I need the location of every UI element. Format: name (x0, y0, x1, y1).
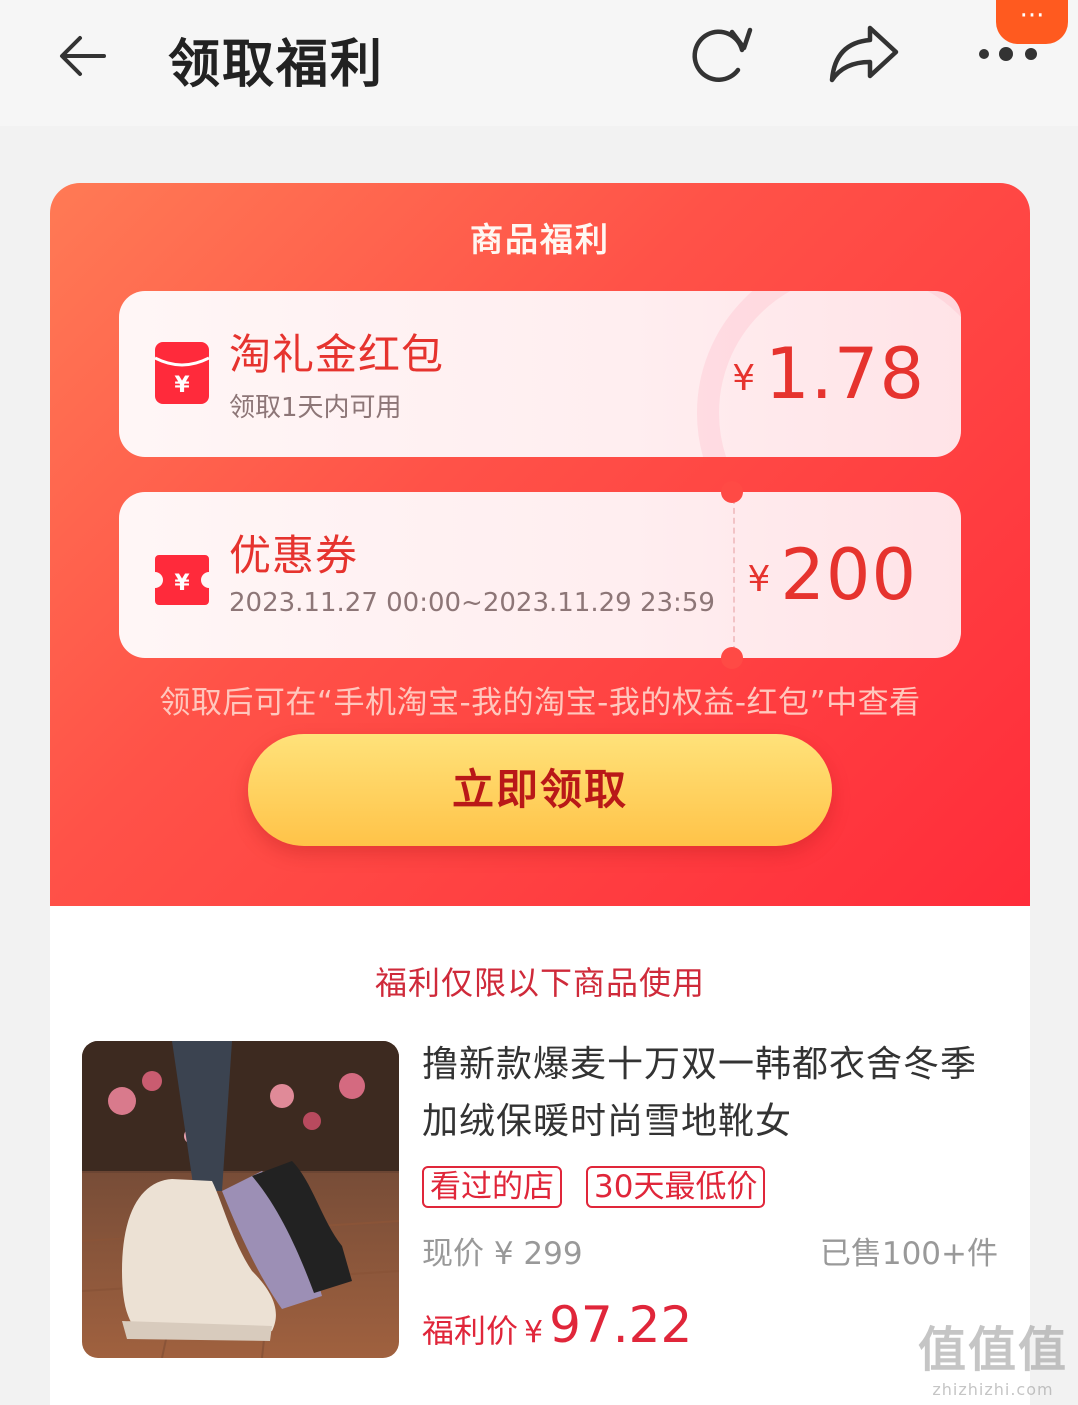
ticket-amount: ¥1.78 (732, 333, 925, 415)
currency-symbol: ¥ (732, 358, 756, 399)
refresh-icon[interactable] (686, 20, 756, 90)
svg-text:¥: ¥ (174, 571, 190, 596)
red-envelope-ticket: ¥ 淘礼金红包 领取1天内可用 ¥1.78 (119, 291, 961, 457)
claim-hint: 领取后可在“手机淘宝-我的淘宝-我的权益-红包”中查看 (159, 685, 921, 721)
share-icon[interactable] (826, 22, 902, 86)
watermark-logo: 值值值 (917, 1322, 1068, 1378)
tag-visited-store: 看过的店 (422, 1166, 562, 1208)
benefit-card-title: 商品福利 (470, 220, 610, 259)
svg-text:¥: ¥ (174, 373, 190, 398)
ticket-name: 优惠券 (229, 531, 359, 580)
product-title[interactable]: 撸新款爆麦十万双一韩都衣舍冬季加绒保暖时尚雪地靴女 (422, 1036, 1002, 1150)
coupon-icon: ¥ (155, 555, 209, 605)
claim-now-button[interactable]: 立即领取 (248, 734, 832, 846)
deal-price-value: 97.22 (549, 1296, 693, 1354)
product-section: 福利仅限以下商品使用 撸新款爆麦十万双一韩都衣舍冬季加绒保暖时尚雪地靴女 看过的… (50, 906, 1030, 1405)
current-price: 现价 ¥ 299 (422, 1236, 583, 1272)
ticket-amount: ¥200 (747, 534, 917, 616)
arrow-left-icon[interactable] (54, 26, 114, 86)
amount-value: 1.78 (765, 333, 925, 415)
red-envelope-icon: ¥ (155, 342, 209, 404)
ticket-subtitle: 领取1天内可用 (229, 393, 402, 423)
amount-value: 200 (780, 534, 917, 616)
product-image[interactable] (82, 1041, 399, 1358)
top-bar: 领取福利 ··· (0, 0, 1078, 126)
ticket-notch-bottom (721, 647, 743, 669)
page-title: 领取福利 (168, 35, 385, 95)
more-dots-icon[interactable] (976, 44, 1042, 64)
product-limit-note: 福利仅限以下商品使用 (374, 964, 705, 1002)
tag-lowest-price: 30天最低价 (586, 1166, 766, 1208)
ticket-validity: 2023.11.27 00:00~2023.11.29 23:59 (229, 588, 715, 618)
coupon-ticket: ¥ 优惠券 2023.11.27 00:00~2023.11.29 23:59 … (119, 492, 961, 658)
deal-price: 福利价 ¥97.22 (422, 1296, 692, 1354)
notification-badge[interactable]: ··· (996, 0, 1068, 44)
ticket-divider (733, 498, 735, 652)
sold-count: 已售100+件 (819, 1236, 998, 1272)
watermark: 值值值 zhizhizhi.com (918, 1310, 1068, 1399)
deal-price-label: 福利价 (422, 1312, 519, 1350)
ticket-name: 淘礼金红包 (229, 330, 445, 379)
ticket-notch-top (721, 481, 743, 503)
watermark-domain: zhizhizhi.com (932, 1380, 1054, 1399)
benefit-card: 商品福利 ¥ 淘礼金红包 领取1天内可用 ¥1.78 ¥ 优惠券 2023.11… (50, 183, 1030, 906)
deal-currency: ¥ (524, 1315, 544, 1350)
currency-symbol: ¥ (747, 559, 771, 600)
